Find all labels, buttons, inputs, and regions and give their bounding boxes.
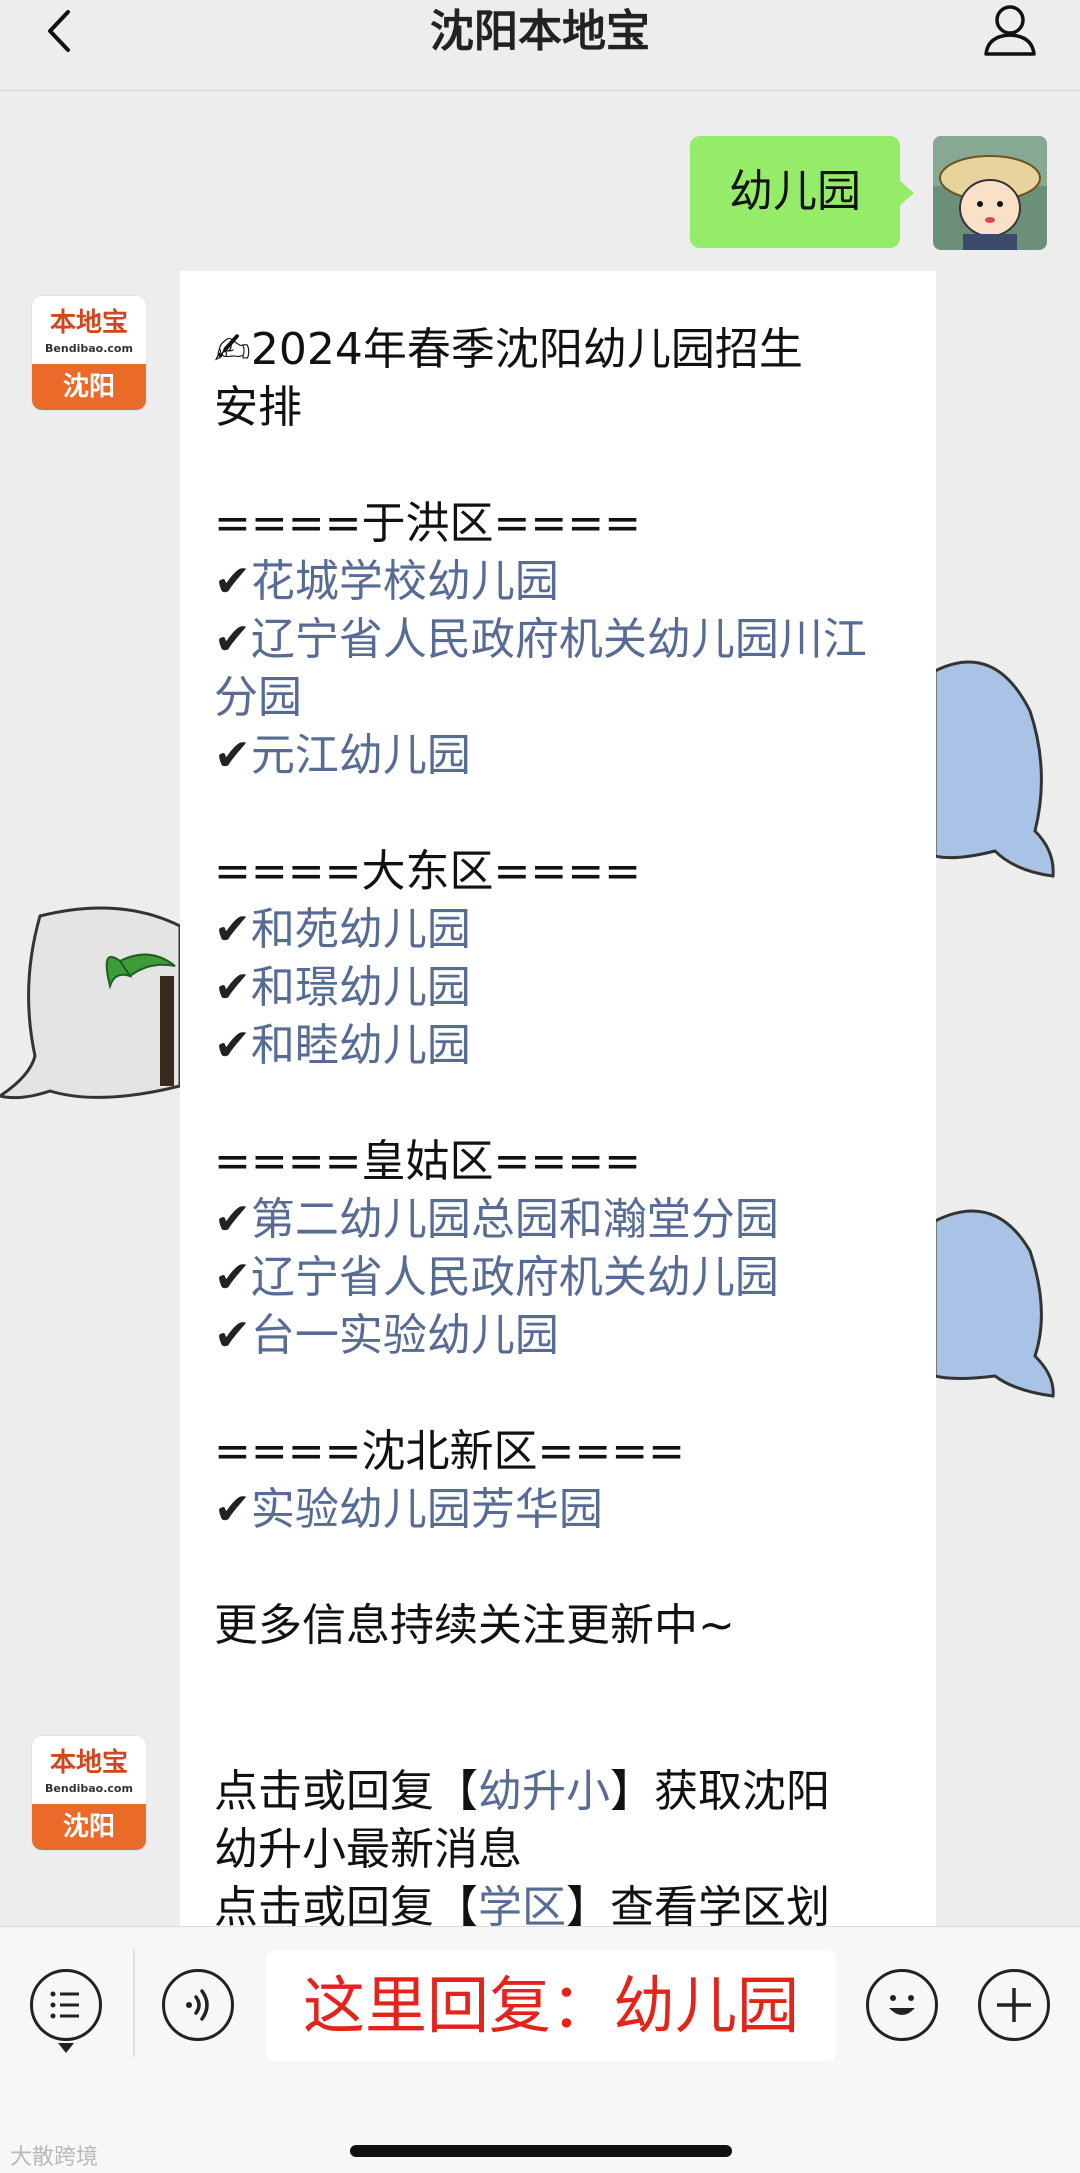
bot-brand: 本地宝	[49, 308, 128, 338]
watermark: 大散跨境	[10, 2145, 99, 2170]
bot-domain: Bendibao.com	[45, 1782, 133, 1795]
check-icon: ✔	[214, 1484, 251, 1535]
district-header: ====大东区====	[214, 846, 641, 897]
bot-city: 沈阳	[32, 1804, 146, 1850]
check-icon: ✔	[214, 1194, 251, 1245]
list-menu-icon	[50, 1991, 79, 2019]
palm-tree-illustration-icon	[0, 906, 180, 1100]
top-nav-bar: 沈阳本地宝	[0, 0, 1080, 91]
bottom-input-bar: 这里回复：幼儿园 大散跨境	[0, 1926, 1080, 2173]
bot-brand: 本地宝	[49, 1748, 128, 1778]
ghost-illustration-icon	[935, 660, 1055, 878]
kindergarten-link[interactable]: 第二幼儿园总园和瀚堂分园	[251, 1194, 779, 1245]
kindergarten-link[interactable]: 辽宁省人民政府机关幼儿园	[251, 1252, 779, 1303]
check-icon: ✔	[214, 556, 251, 607]
bot-avatar-logo: 本地宝 Bendibao.com	[32, 296, 146, 364]
check-icon: ✔	[214, 1252, 251, 1303]
bot-domain: Bendibao.com	[45, 342, 133, 355]
triangle-down-icon	[58, 2043, 74, 2053]
cartoon-avatar-icon	[933, 136, 1047, 250]
person-icon	[984, 5, 1036, 56]
district-header: ====皇姑区====	[214, 1136, 641, 1187]
voice-icon	[186, 1989, 209, 2021]
incoming-message-text: ✍2024年春季沈阳幼儿园招生 安排 ====于洪区==== ✔花城学校幼儿园 …	[214, 321, 914, 1655]
text: 幼升小最新消息	[214, 1824, 522, 1875]
reply-keyword-link[interactable]: 幼升小	[478, 1766, 610, 1817]
voice-button[interactable]	[162, 1969, 234, 2041]
smiley-icon	[889, 1995, 915, 2015]
check-icon: ✔	[214, 614, 251, 665]
district-header: ====沈北新区====	[214, 1426, 685, 1477]
profile-button[interactable]	[980, 2, 1040, 58]
ghost-illustration-icon	[935, 1209, 1055, 1398]
user-avatar[interactable]	[933, 136, 1047, 250]
district-header: ====于洪区====	[214, 498, 641, 549]
bot-avatar[interactable]: 本地宝 Bendibao.com 沈阳	[32, 296, 146, 410]
check-icon: ✔	[214, 730, 251, 781]
bot-city: 沈阳	[32, 364, 146, 410]
kindergarten-link[interactable]: 辽宁省人民政府机关幼儿园川江	[251, 614, 867, 665]
kindergarten-link[interactable]: 和璟幼儿园	[251, 962, 471, 1013]
message-title-cont: 安排	[214, 382, 302, 433]
home-indicator[interactable]	[350, 2145, 732, 2157]
kindergarten-link[interactable]: 元江幼儿园	[251, 730, 471, 781]
text: 点击或回复【	[214, 1882, 478, 1926]
kindergarten-link[interactable]: 实验幼儿园芳华园	[251, 1484, 603, 1535]
incoming-message-text: 点击或回复【幼升小】获取沈阳 幼升小最新消息 点击或回复【学区】查看学区划	[214, 1763, 914, 1926]
page-title: 沈阳本地宝	[430, 6, 650, 57]
bot-avatar-logo: 本地宝 Bendibao.com	[32, 1736, 146, 1804]
kindergarten-link[interactable]: 台一实验幼儿园	[251, 1310, 559, 1361]
divider	[133, 1949, 135, 2057]
reply-keyword-link[interactable]: 学区	[478, 1882, 566, 1926]
reply-hint-overlay[interactable]: 这里回复：幼儿园	[266, 1951, 836, 2061]
chat-area[interactable]: 幼儿园 本地宝 Bendibao.com 沈阳 ✍2024年春季沈阳幼儿园招生 …	[0, 91, 1080, 1926]
check-icon: ✔	[214, 904, 251, 955]
kindergarten-link[interactable]: 花城学校幼儿园	[251, 556, 559, 607]
check-icon: ✔	[214, 962, 251, 1013]
emoji-button[interactable]	[866, 1969, 938, 2041]
message-title: ✍2024年春季沈阳幼儿园招生	[214, 324, 803, 375]
kindergarten-link[interactable]: 和睦幼儿园	[251, 1020, 471, 1071]
more-button[interactable]	[978, 1969, 1050, 2041]
check-icon: ✔	[214, 1310, 251, 1361]
check-icon: ✔	[214, 1020, 251, 1071]
bubble-tail	[898, 179, 914, 207]
text: 】获取沈阳	[610, 1766, 830, 1817]
text: 点击或回复【	[214, 1766, 478, 1817]
outgoing-message-bubble[interactable]: 幼儿园	[690, 136, 900, 248]
menu-button[interactable]	[30, 1969, 102, 2041]
plus-icon	[997, 1988, 1031, 2022]
kindergarten-link-cont[interactable]: 分园	[214, 672, 302, 723]
message-footer: 更多信息持续关注更新中~	[214, 1600, 735, 1651]
bot-avatar[interactable]: 本地宝 Bendibao.com 沈阳	[32, 1736, 146, 1850]
kindergarten-link[interactable]: 和苑幼儿园	[251, 904, 471, 955]
text: 】查看学区划	[566, 1882, 830, 1926]
